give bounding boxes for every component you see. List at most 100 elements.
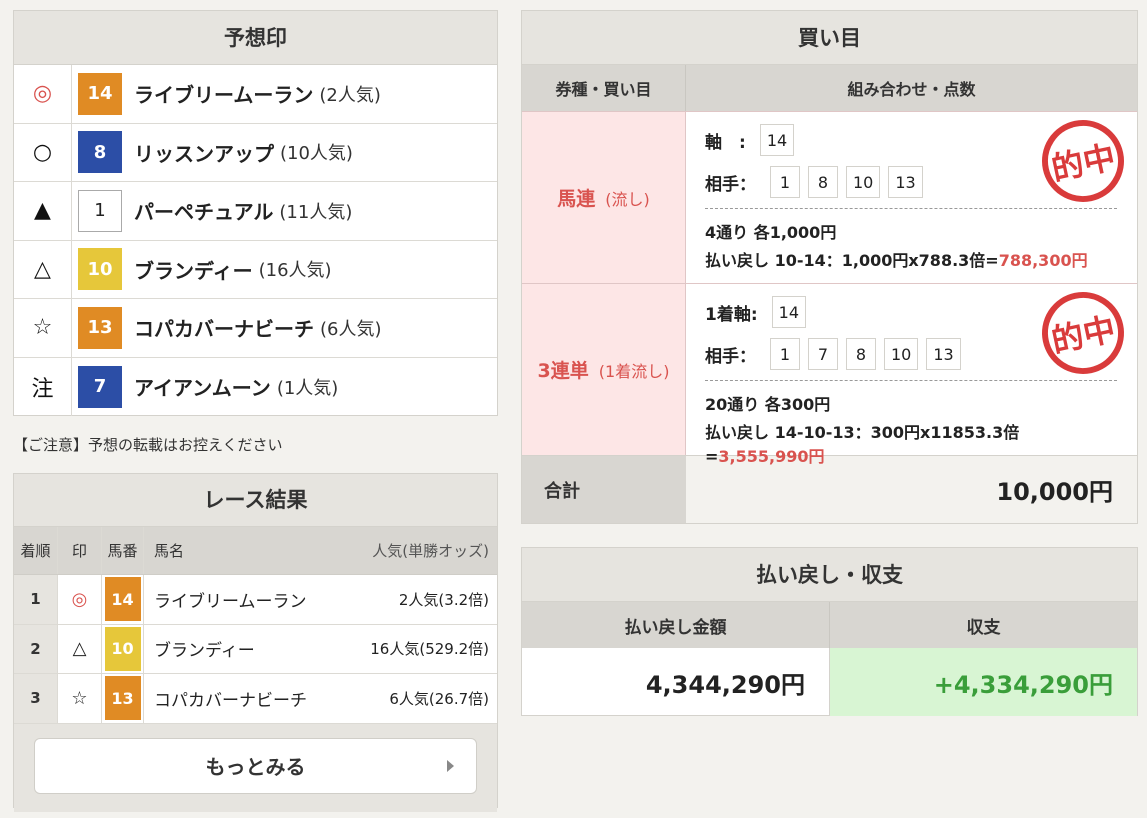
header-name: 馬名 (154, 542, 185, 560)
horse-popularity: (2人気) (319, 84, 381, 106)
prediction-mark: △ (14, 240, 72, 298)
race-result-header: 着順 印 馬番 馬名 人気(単勝オッズ) (14, 527, 497, 575)
prediction-body: 14 ライブリームーラン (2人気) (72, 65, 381, 123)
result-order: 1 (14, 575, 58, 624)
result-mark: ☆ (58, 674, 102, 723)
header-num: 馬番 (102, 527, 144, 574)
horse-popularity: (10人気) (280, 143, 353, 165)
result-mark: ◎ (58, 575, 102, 624)
payback-values: 4,344,290円 +4,334,290円 (522, 648, 1137, 716)
payback-amount-value: 4,344,290円 (522, 648, 830, 716)
race-result-rows: 1 ◎ 14 ライブリームーラン 2人気(3.2倍) 2 △ 10 ブランディー 16人気(529… (14, 575, 497, 724)
prediction-panel: 予想印 ◎ 14 ライブリームーラン (2人気) ○ 8 リッスンアップ (10人気) ▲ 1 パー… (13, 10, 498, 416)
result-order: 3 (14, 674, 58, 723)
prediction-body: 7 アイアンムーン (1人気) (72, 358, 338, 417)
race-result-title: レース結果 (14, 474, 497, 527)
bet-type-name: 3連単 (537, 360, 589, 382)
bet-row: 馬連 (流し) 軸 : 14 相手： 1 8 10 13 4通り 各1,000円 払い戻し 10-1… (522, 111, 1137, 283)
prediction-mark: ○ (14, 123, 72, 181)
prediction-mark: ☆ (14, 299, 72, 357)
result-num-cell: 10 (102, 624, 144, 673)
result-mark: △ (58, 624, 102, 673)
prediction-title: 予想印 (14, 11, 497, 65)
result-horse-name: ブランディー (154, 641, 255, 662)
axis-number: 14 (759, 124, 795, 156)
prediction-mark: ▲ (14, 182, 72, 240)
payout-amount: 788,300円 (998, 251, 1088, 270)
partner-number: 7 (808, 338, 838, 370)
more-button[interactable]: もっとみる (34, 737, 477, 794)
horse-name: アイアンムーン (134, 376, 271, 401)
bet-type-name: 馬連 (557, 188, 596, 210)
race-result-panel: レース結果 着順 印 馬番 馬名 人気(単勝オッズ) 1 ◎ 14 ライブリームーラン… (13, 473, 498, 812)
chevron-right-icon (447, 759, 454, 772)
horse-number-badge: 7 (78, 365, 122, 408)
prediction-row: ▲ 1 パーペチュアル (11人気) (14, 182, 497, 241)
bet-type: 3連単 (1着流し) (522, 284, 686, 455)
result-popularity: 6人気(26.7倍) (389, 689, 489, 708)
payout-line: 払い戻し 10-14：1,000円x788.3倍=788,300円 (705, 247, 1117, 271)
horse-popularity: (11人気) (279, 201, 353, 223)
horse-number-badge: 13 (104, 676, 141, 721)
axis-number: 14 (771, 296, 806, 328)
header-order: 着順 (14, 527, 58, 574)
bet-rows: 馬連 (流し) 軸 :14 相手： 1 8 10 13 4通り 各1,000円 払い戻し 10-1… (522, 111, 1137, 466)
bet-body: 軸 : 14 相手： 1 8 10 13 4通り 各1,000円 払い戻し 10-14：1,00… (686, 112, 1137, 283)
result-popularity: 16人気(529.2倍) (370, 640, 489, 659)
result-row: 3 ☆ 13 コパカバーナビーチ 6人気(26.7倍) (14, 674, 497, 724)
axis-label: 1着軸: (705, 304, 758, 325)
partner-label: 相手： (705, 346, 756, 367)
partner-number: 13 (888, 166, 923, 198)
partner-number: 10 (884, 338, 919, 370)
horse-number-badge: 1 (78, 189, 122, 232)
bets-header-left: 券種・買い目 (522, 65, 686, 111)
payout-prefix: 払い戻し 10-14：1,000円x788.3倍= (705, 251, 999, 270)
stamp-text: 的中 (1048, 137, 1119, 189)
partner-label: 相手： (705, 174, 756, 195)
result-row: 2 △ 10 ブランディー 16人気(529.2倍) (14, 624, 497, 674)
divider (705, 208, 1117, 209)
header-mark: 印 (58, 527, 102, 574)
more-wrap: もっとみる (14, 723, 497, 812)
horse-number-badge: 10 (78, 248, 122, 291)
stamp-text: 的中 (1048, 309, 1119, 361)
bet-body: 1着軸: 14 相手： 1 7 8 10 13 20通り 各300円払い戻し 14-10-13：… (686, 284, 1137, 466)
horse-name: パーペチュアル (134, 200, 274, 225)
prediction-body: 1 パーペチュアル (11人気) (72, 182, 352, 240)
result-num-cell: 14 (102, 575, 144, 624)
partner-number: 13 (926, 338, 961, 370)
partner-number: 8 (808, 166, 838, 198)
payback-panel: 払い戻し・収支 払い戻し金額 収支 4,344,290円 +4,334,290円 (521, 547, 1138, 716)
horse-name: ライブリームーラン (134, 83, 314, 108)
more-label: もっとみる (205, 755, 306, 779)
horse-name: ブランディー (134, 258, 253, 283)
partner-number: 8 (846, 338, 876, 370)
notice-text: 【ご注意】予想の転載はお控えください (13, 436, 283, 454)
result-popularity: 2人気(3.2倍) (398, 590, 489, 609)
horse-name: コパカバーナビーチ (134, 317, 314, 342)
partner-number: 1 (770, 338, 800, 370)
total-label: 合計 (522, 456, 686, 523)
bet-type: 馬連 (流し) (522, 112, 686, 283)
prediction-body: 10 ブランディー (16人気) (72, 241, 332, 299)
prediction-list: ◎ 14 ライブリームーラン (2人気) ○ 8 リッスンアップ (10人気) ▲ 1 パーペチュア… (14, 65, 497, 416)
header-pop: 人気(単勝オッズ) (372, 542, 489, 560)
bets-header: 券種・買い目 組み合わせ・点数 (522, 65, 1137, 111)
result-order: 2 (14, 624, 58, 673)
payback-balance-label: 収支 (966, 617, 1001, 638)
payout-line: 払い戻し 14-10-13：300円x11853.3倍=3,555,990円 (705, 419, 1117, 467)
count-line: 20通り 各300円 (705, 395, 831, 414)
payout-amount: 3,555,990円 (718, 447, 825, 466)
horse-popularity: (16人気) (258, 260, 332, 282)
prediction-mark: 注 (14, 357, 72, 416)
horse-number-badge: 14 (78, 72, 122, 115)
bets-title: 買い目 (522, 11, 1137, 65)
result-num-cell: 13 (102, 674, 144, 723)
horse-number-badge: 14 (104, 577, 141, 622)
count-line: 4通り 各1,000円 (705, 223, 837, 242)
horse-popularity: (6人気) (320, 318, 382, 340)
prediction-body: 8 リッスンアップ (10人気) (72, 124, 353, 182)
bets-header-right: 組み合わせ・点数 (847, 80, 976, 99)
result-row: 1 ◎ 14 ライブリームーラン 2人気(3.2倍) (14, 575, 497, 625)
result-horse-name: ライブリームーラン (154, 591, 307, 612)
